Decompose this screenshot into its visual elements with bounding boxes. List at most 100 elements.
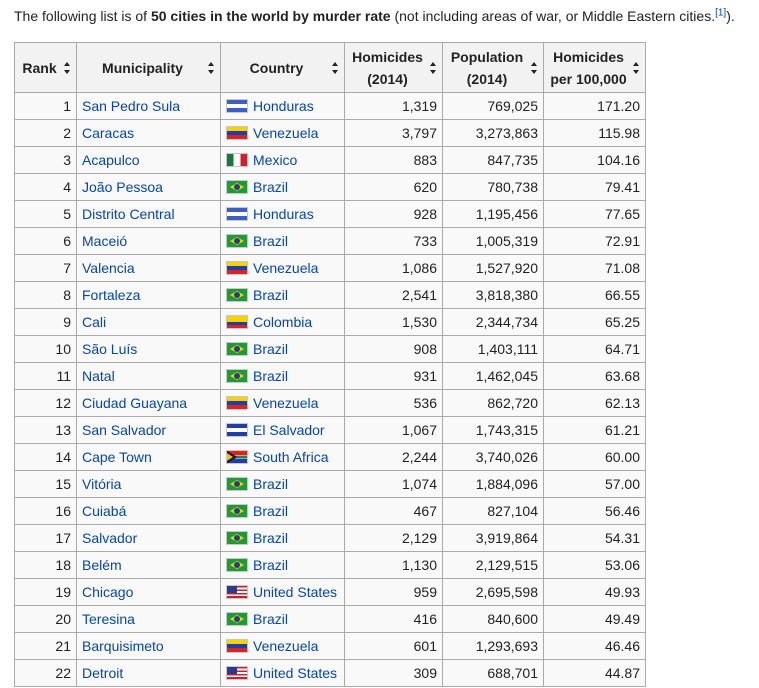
city-link[interactable]: Ciudad Guayana — [82, 395, 187, 411]
country-cell: Venezuela — [220, 632, 345, 660]
rate-cell: 53.06 — [543, 551, 646, 579]
municipality-cell: Cali — [76, 308, 221, 336]
country-cell: Mexico — [220, 146, 345, 174]
header-municipality[interactable]: Municipality — [76, 42, 221, 93]
homicides-cell: 959 — [344, 578, 443, 606]
homicides-cell: 931 — [344, 362, 443, 390]
country-link[interactable]: El Salvador — [253, 422, 325, 438]
reference-link-text[interactable]: [1] — [715, 7, 726, 18]
city-link[interactable]: Salvador — [82, 530, 137, 546]
city-link[interactable]: Teresina — [82, 611, 135, 627]
city-link[interactable]: San Salvador — [82, 422, 166, 438]
municipality-cell: Fortaleza — [76, 281, 221, 309]
brazil-flag-icon — [226, 504, 248, 518]
rate-cell: 115.98 — [543, 119, 646, 147]
rank-cell: 1 — [14, 92, 77, 120]
municipality-cell: Barquisimeto — [76, 632, 221, 660]
country-link[interactable]: Honduras — [253, 98, 314, 114]
rank-cell: 15 — [14, 470, 77, 498]
rate-cell: 65.25 — [543, 308, 646, 336]
municipality-cell: Natal — [76, 362, 221, 390]
country-link[interactable]: Brazil — [253, 530, 288, 546]
rate-cell: 44.87 — [543, 659, 646, 687]
sort-icon[interactable] — [63, 61, 70, 74]
city-link[interactable]: João Pessoa — [82, 179, 163, 195]
homicides-cell: 2,541 — [344, 281, 443, 309]
table-row: 5 Distrito Central Honduras 928 1,195,456 77.… — [14, 200, 646, 228]
city-link[interactable]: Barquisimeto — [82, 638, 164, 654]
municipality-cell: Cuiabá — [76, 497, 221, 525]
rank-cell: 13 — [14, 416, 77, 444]
country-link[interactable]: Honduras — [253, 206, 314, 222]
city-link[interactable]: Vitória — [82, 476, 121, 492]
city-link[interactable]: Fortaleza — [82, 287, 140, 303]
country-link[interactable]: Venezuela — [253, 125, 318, 141]
table-row: 2 Caracas Venezuela 3,797 3,273,863 115.98 — [14, 119, 646, 147]
city-link[interactable]: Maceió — [82, 233, 127, 249]
table-row: 14 Cape Town South Africa 2,244 3,740,026 60.… — [14, 443, 646, 471]
country-link[interactable]: Mexico — [253, 152, 297, 168]
intro-suffix: (not including areas of war, or Middle E… — [390, 8, 716, 24]
city-link[interactable]: Natal — [82, 368, 115, 384]
homicides-cell: 309 — [344, 659, 443, 687]
header-homicides[interactable]: Homicides (2014) — [344, 42, 443, 93]
country-link[interactable]: Brazil — [253, 368, 288, 384]
city-link[interactable]: Cali — [82, 314, 106, 330]
city-link[interactable]: Cape Town — [82, 449, 152, 465]
city-link[interactable]: Distrito Central — [82, 206, 175, 222]
country-link[interactable]: Brazil — [253, 611, 288, 627]
city-link[interactable]: San Pedro Sula — [82, 98, 180, 114]
header-rate[interactable]: Homicides per 100,000 — [543, 42, 646, 93]
rank-cell: 8 — [14, 281, 77, 309]
city-link[interactable]: Belém — [82, 557, 122, 573]
country-link[interactable]: Brazil — [253, 557, 288, 573]
city-link[interactable]: Acapulco — [82, 152, 140, 168]
sort-icon[interactable] — [429, 61, 436, 74]
reference-link[interactable]: [1] — [715, 7, 726, 18]
country-link[interactable]: Venezuela — [253, 260, 318, 276]
table-row: 15 Vitória Brazil 1,074 1,884,096 57.00 — [14, 470, 646, 498]
sort-icon[interactable] — [207, 61, 214, 74]
country-link[interactable]: United States — [253, 584, 337, 600]
sort-icon[interactable] — [331, 61, 338, 74]
brazil-flag-icon — [226, 288, 248, 302]
rate-cell: 77.65 — [543, 200, 646, 228]
rank-cell: 11 — [14, 362, 77, 390]
table-row: 10 São Luís Brazil 908 1,403,111 64.71 — [14, 335, 646, 363]
country-link[interactable]: Brazil — [253, 476, 288, 492]
country-link[interactable]: Brazil — [253, 233, 288, 249]
population-cell: 780,738 — [442, 173, 544, 201]
rank-cell: 20 — [14, 605, 77, 633]
municipality-cell: João Pessoa — [76, 173, 221, 201]
country-link[interactable]: Venezuela — [253, 395, 318, 411]
country-link[interactable]: Brazil — [253, 287, 288, 303]
country-link[interactable]: Brazil — [253, 341, 288, 357]
sort-icon[interactable] — [632, 61, 639, 74]
country-link[interactable]: Venezuela — [253, 638, 318, 654]
rank-cell: 6 — [14, 227, 77, 255]
country-link[interactable]: United States — [253, 665, 337, 681]
city-link[interactable]: Cuiabá — [82, 503, 126, 519]
intro-bold: 50 cities in the world by murder rate — [150, 8, 391, 24]
city-link[interactable]: Valencia — [82, 260, 135, 276]
country-cell: South Africa — [220, 443, 345, 471]
city-link[interactable]: São Luís — [82, 341, 137, 357]
sort-icon[interactable] — [530, 61, 537, 74]
header-country[interactable]: Country — [220, 42, 345, 93]
country-link[interactable]: South Africa — [253, 449, 329, 465]
country-link[interactable]: Brazil — [253, 179, 288, 195]
table-row: 13 San Salvador El Salvador 1,067 1,743,315 6… — [14, 416, 646, 444]
header-rank-label: Rank — [22, 59, 57, 76]
header-population[interactable]: Population (2014) — [442, 42, 544, 93]
table-row: 3 Acapulco Mexico 883 847,735 104.16 — [14, 146, 646, 174]
city-link[interactable]: Detroit — [82, 665, 123, 681]
header-country-label: Country — [249, 59, 304, 76]
homicides-cell: 908 — [344, 335, 443, 363]
city-link[interactable]: Chicago — [82, 584, 133, 600]
header-rank[interactable]: Rank — [14, 42, 77, 93]
country-link[interactable]: Brazil — [253, 503, 288, 519]
homicides-cell: 536 — [344, 389, 443, 417]
rank-cell: 5 — [14, 200, 77, 228]
country-link[interactable]: Colombia — [253, 314, 312, 330]
city-link[interactable]: Caracas — [82, 125, 134, 141]
